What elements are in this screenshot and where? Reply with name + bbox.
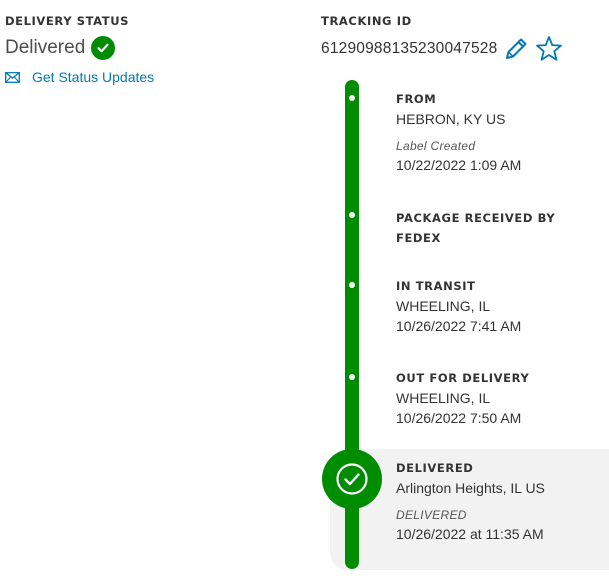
event-title: DELIVERED: [396, 461, 474, 475]
delivery-status-heading: DELIVERY STATUS: [5, 14, 130, 28]
event-title: OUT FOR DELIVERY: [396, 371, 530, 385]
timeline-event-received: PACKAGE RECEIVED BY FEDEX: [396, 208, 555, 248]
event-sub-label: DELIVERED: [396, 508, 467, 522]
delivery-status-value: Delivered: [5, 36, 116, 60]
event-datetime: 10/26/2022 7:50 AM: [396, 410, 522, 426]
delivered-check-icon: [322, 449, 382, 509]
status-text: Delivered: [5, 37, 86, 58]
event-location: WHEELING, IL: [396, 298, 491, 314]
event-title-line2: FEDEX: [396, 231, 441, 245]
event-datetime: 10/22/2022 1:09 AM: [396, 157, 522, 173]
event-title: IN TRANSIT: [396, 279, 476, 293]
timeline-event-delivered: DELIVERED Arlington Heights, IL US DELIV…: [396, 458, 545, 544]
timeline-dot-in-transit: [349, 282, 355, 288]
event-datetime: 10/26/2022 at 11:35 AM: [396, 526, 544, 542]
get-status-updates-link[interactable]: Get Status Updates: [5, 69, 154, 85]
status-updates-label: Get Status Updates: [32, 69, 155, 85]
tracking-id-heading: TRACKING ID: [321, 14, 412, 28]
event-location: HEBRON, KY US: [396, 111, 506, 127]
tracking-id-row: 61290988135230047528: [321, 35, 563, 62]
check-circle-icon: [91, 36, 116, 60]
timeline-dot-from: [349, 95, 355, 101]
event-title: PACKAGE RECEIVED BY: [396, 211, 556, 225]
event-datetime: 10/26/2022 7:41 AM: [396, 318, 522, 334]
pencil-icon[interactable]: [503, 36, 529, 62]
tracking-number: 61290988135230047528: [321, 39, 498, 57]
timeline-dot-received: [349, 212, 355, 218]
event-location: WHEELING, IL: [396, 390, 491, 406]
timeline-event-in-transit: IN TRANSIT WHEELING, IL 10/26/2022 7:41 …: [396, 276, 521, 336]
timeline-dot-out-for-delivery: [349, 374, 355, 380]
timeline-event-out-for-delivery: OUT FOR DELIVERY WHEELING, IL 10/26/2022…: [396, 368, 529, 428]
envelope-icon: [5, 71, 32, 83]
star-outline-icon[interactable]: [535, 35, 563, 62]
event-title: FROM: [396, 92, 437, 106]
event-location: Arlington Heights, IL US: [396, 480, 545, 496]
timeline-event-from: FROM HEBRON, KY US Label Created 10/22/2…: [396, 89, 521, 175]
event-sub-label: Label Created: [396, 139, 476, 153]
